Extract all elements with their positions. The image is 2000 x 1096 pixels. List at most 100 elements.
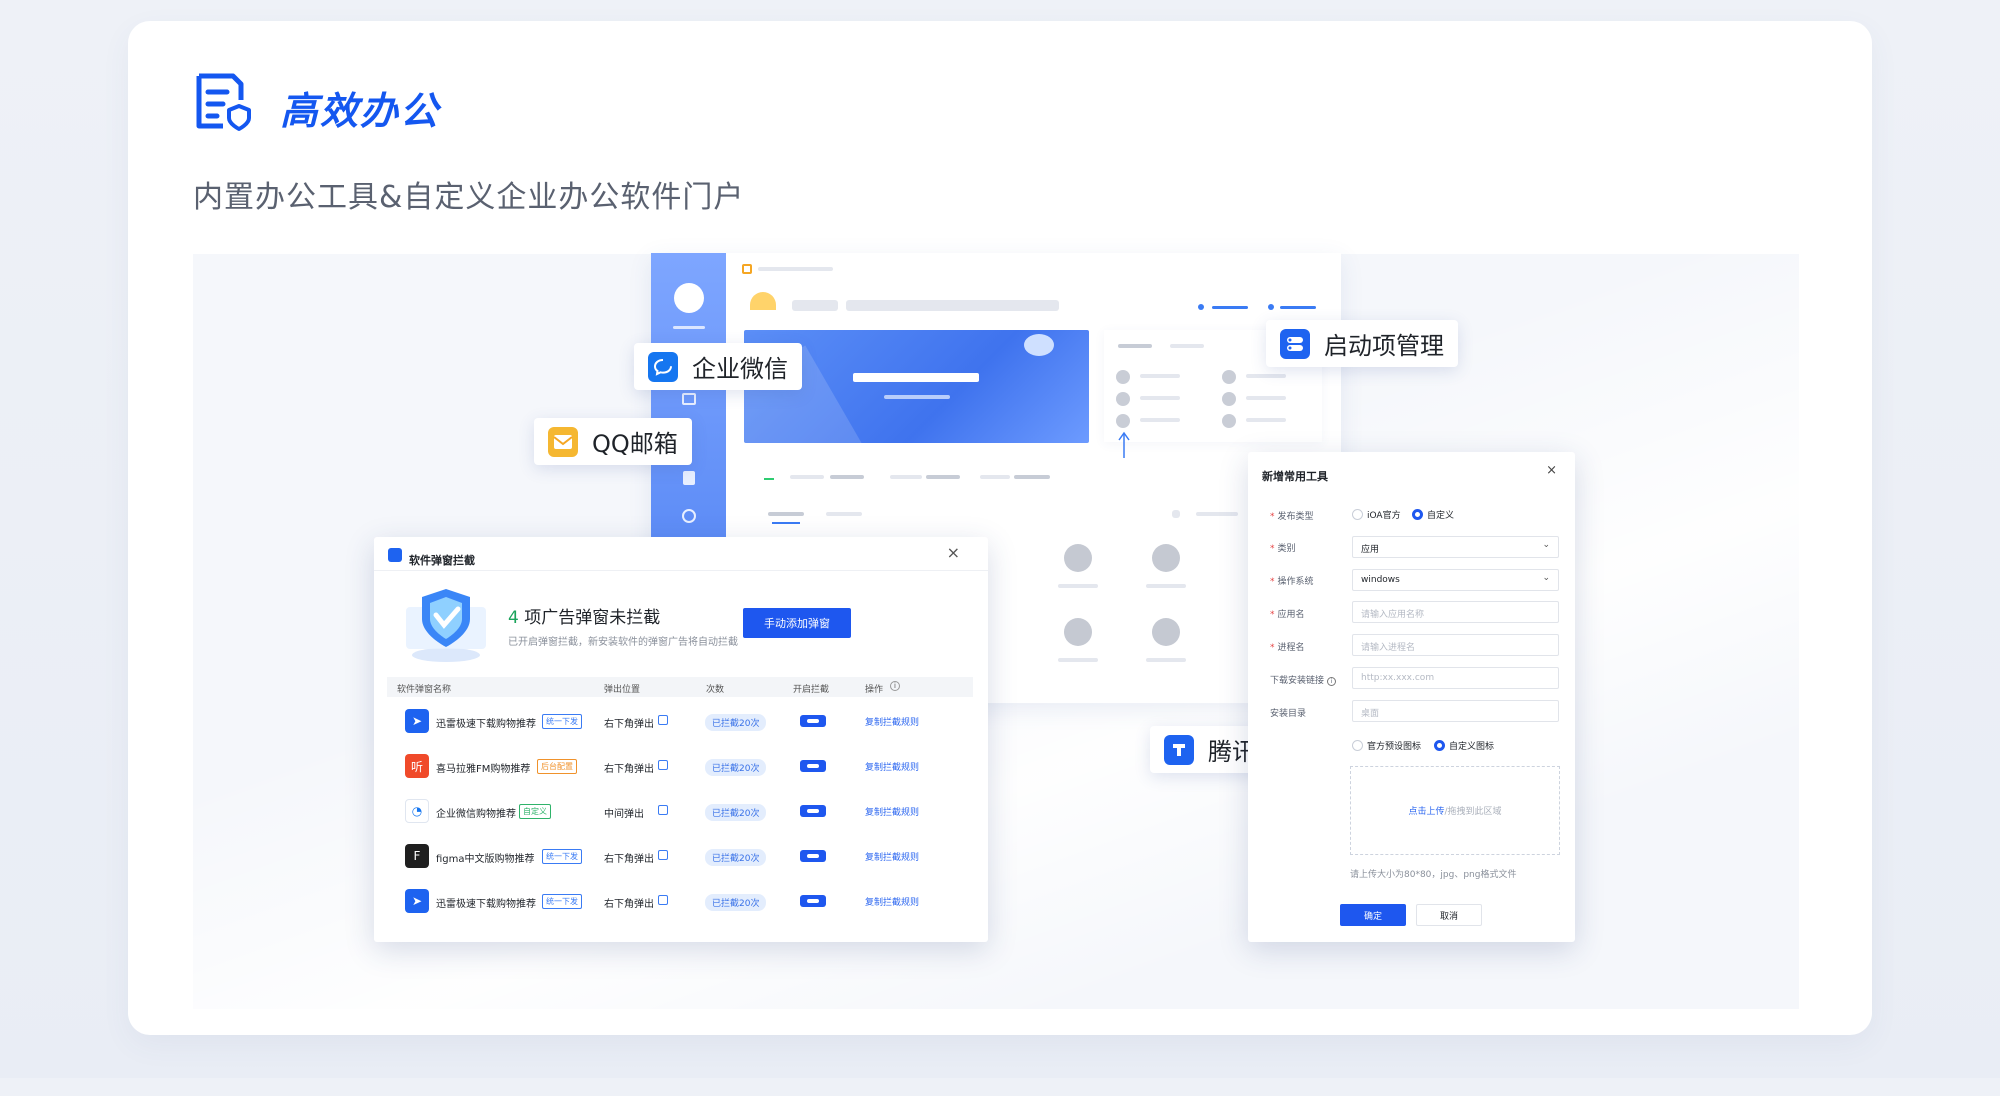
source-badge: 后台配置	[537, 759, 577, 774]
position-icon	[658, 895, 668, 905]
chevron-down-icon: ⌄	[1542, 573, 1550, 583]
block-toggle[interactable]	[800, 895, 826, 907]
wecom-icon: ◔	[405, 799, 429, 823]
field-label: * 发布类型	[1270, 512, 1314, 522]
cancel-button[interactable]: 取消	[1416, 904, 1482, 926]
column-header: 弹出位置	[604, 685, 641, 695]
position-icon	[658, 805, 668, 815]
confirm-button[interactable]: 确定	[1340, 904, 1406, 926]
radio-custom[interactable]: 自定义	[1412, 508, 1454, 521]
column-header: 操作	[865, 685, 884, 695]
copy-rule-link[interactable]: 复制拦截规则	[865, 760, 919, 773]
popup-position: 右下角弹出	[604, 764, 654, 775]
install-dir-input[interactable]: 桌面	[1352, 700, 1559, 722]
block-count: 已拦截20次	[705, 849, 767, 866]
document-icon	[683, 471, 695, 485]
app-name: figma中文版购物推荐	[436, 854, 535, 865]
category-select[interactable]: 应用 ⌄	[1352, 536, 1559, 558]
download-link-input[interactable]: http:xx.xxx.com	[1352, 667, 1559, 689]
field-label: * 操作系统	[1270, 577, 1314, 587]
column-header: 开启拦截	[793, 685, 830, 695]
source-badge: 统一下发	[542, 849, 582, 864]
avatar	[674, 283, 704, 313]
popup-block-window: 软件弹窗拦截 × 4 项广告弹窗未拦截 已开启弹窗拦截，新安装软件的弹窗广告将自…	[374, 537, 988, 942]
tag-wecom[interactable]: 企业微信	[634, 343, 802, 390]
copy-rule-link[interactable]: 复制拦截规则	[865, 850, 919, 863]
table-row: F figma中文版购物推荐 统一下发 右下角弹出 已拦截20次 复制拦截规则	[387, 844, 973, 868]
target-icon	[682, 509, 696, 523]
info-icon[interactable]: i	[890, 681, 900, 691]
source-badge: 统一下发	[542, 714, 582, 729]
copy-rule-link[interactable]: 复制拦截规则	[865, 715, 919, 728]
radio-custom-icon[interactable]: 自定义图标	[1434, 739, 1494, 752]
bottom-strip	[0, 1078, 2000, 1096]
close-icon[interactable]: ×	[1546, 463, 1557, 478]
table-row: ➤ 迅雷极速下载购物推荐 统一下发 右下角弹出 已拦截20次 复制拦截规则	[387, 889, 973, 913]
app-name-input[interactable]: 请输入应用名称	[1352, 601, 1559, 623]
position-icon	[658, 715, 668, 725]
dashboard-sidebar	[651, 253, 726, 543]
upload-hint: 请上传大小为80*80，jpg、png格式文件	[1350, 870, 1517, 880]
app-name: 迅雷极速下载购物推荐	[436, 899, 536, 910]
position-icon	[658, 850, 668, 860]
source-badge: 自定义	[519, 804, 551, 819]
ximalaya-icon: 听	[405, 754, 429, 778]
monitor-icon	[682, 393, 696, 405]
info-icon[interactable]: i	[1326, 677, 1336, 686]
app-logo-icon	[742, 264, 752, 274]
block-toggle[interactable]	[800, 805, 826, 817]
figma-icon: F	[405, 844, 429, 868]
block-count: 已拦截20次	[705, 714, 767, 731]
block-toggle[interactable]	[800, 715, 826, 727]
xunlei-icon: ➤	[405, 709, 429, 733]
popup-position: 右下角弹出	[604, 719, 654, 730]
mail-icon	[548, 426, 578, 457]
radio-icon	[1352, 509, 1363, 520]
radio-ioa[interactable]: iOA官方	[1352, 508, 1401, 521]
copy-rule-link[interactable]: 复制拦截规则	[865, 895, 919, 908]
app-name: 喜马拉雅FM购物推荐	[436, 764, 531, 775]
table-header: 软件弹窗名称 弹出位置 次数 开启拦截 操作 i	[387, 677, 973, 697]
radio-preset-icon[interactable]: 官方预设图标	[1352, 739, 1421, 752]
field-label: * 类别	[1270, 544, 1296, 554]
field-label: * 应用名	[1270, 610, 1305, 620]
block-toggle[interactable]	[800, 850, 826, 862]
process-name-input[interactable]: 请输入进程名	[1352, 634, 1559, 656]
dashboard-toolbar	[744, 458, 1322, 500]
radio-checked-icon	[1412, 509, 1423, 520]
xunlei-icon: ➤	[405, 889, 429, 913]
upload-area[interactable]: 点击上传/拖拽到此区域	[1350, 766, 1560, 855]
radio-icon	[1352, 740, 1363, 751]
copy-rule-link[interactable]: 复制拦截规则	[865, 805, 919, 818]
tag-qqmail[interactable]: QQ邮箱	[534, 418, 692, 465]
field-label: * 进程名	[1270, 643, 1305, 653]
app-name: 迅雷极速下载购物推荐	[436, 719, 536, 730]
page-subtitle: 内置办公工具&自定义企业办公软件门户	[193, 180, 745, 215]
field-label: 安装目录	[1270, 709, 1307, 719]
window-title: 软件弹窗拦截	[409, 554, 475, 567]
block-toggle[interactable]	[800, 760, 826, 772]
column-header: 次数	[706, 685, 725, 695]
block-count: 已拦截20次	[705, 759, 767, 776]
shield-illustration-icon	[406, 589, 486, 662]
os-select[interactable]: windows ⌄	[1352, 569, 1559, 591]
block-count: 已拦截20次	[705, 894, 767, 911]
table-row: 听 喜马拉雅FM购物推荐 后台配置 右下角弹出 已拦截20次 复制拦截规则	[387, 754, 973, 778]
close-icon[interactable]: ×	[947, 543, 960, 562]
upload-link[interactable]: 点击上传	[1408, 804, 1444, 817]
add-popup-button[interactable]: 手动添加弹窗	[743, 608, 851, 638]
popup-description: 已开启弹窗拦截，新安装软件的弹窗广告将自动拦截	[508, 637, 738, 648]
popup-position: 右下角弹出	[604, 854, 654, 865]
popup-position: 右下角弹出	[604, 899, 654, 910]
tencent-docs-icon	[1164, 734, 1194, 765]
position-icon	[658, 760, 668, 770]
radio-checked-icon	[1434, 740, 1445, 751]
tag-startup[interactable]: 启动项管理	[1266, 320, 1458, 367]
unblocked-count: 4 项广告弹窗未拦截	[508, 608, 661, 628]
dialog-title: 新增常用工具	[1262, 470, 1328, 483]
table-row: ➤ 迅雷极速下载购物推荐 统一下发 右下角弹出 已拦截20次 复制拦截规则	[387, 709, 973, 733]
page-title: 高效办公	[280, 89, 441, 133]
popup-position: 中间弹出	[604, 809, 644, 820]
table-row: ◔ 企业微信购物推荐 自定义 中间弹出 已拦截20次 复制拦截规则	[387, 799, 973, 823]
chevron-down-icon: ⌄	[1542, 540, 1550, 550]
